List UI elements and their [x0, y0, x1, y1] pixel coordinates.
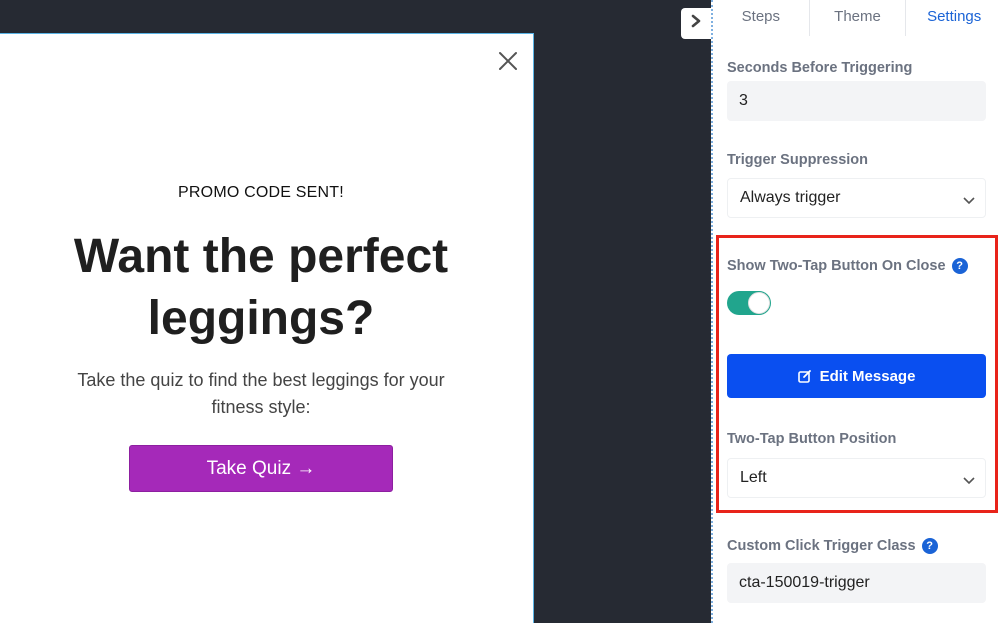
close-icon[interactable]: [495, 48, 521, 74]
suppression-label: Trigger Suppression: [727, 152, 868, 168]
click-class-input[interactable]: cta-150019-trigger: [727, 563, 986, 603]
help-icon[interactable]: ?: [921, 538, 938, 554]
editor-canvas: PROMO CODE SENT! Want the perfect leggin…: [0, 0, 710, 623]
collapse-panel-button[interactable]: [681, 8, 711, 39]
popup-headline: Want the perfect leggings?: [73, 230, 449, 345]
edit-icon: [797, 370, 811, 383]
two-tap-label-text: Show Two-Tap Button On Close: [727, 258, 946, 274]
suppression-value: Always trigger: [740, 189, 841, 206]
tab-settings[interactable]: Settings: [906, 0, 1000, 36]
tab-theme[interactable]: Theme: [810, 0, 906, 36]
click-class-label: Custom Click Trigger Class?: [727, 538, 938, 554]
edit-message-label: Edit Message: [819, 367, 916, 385]
tab-steps[interactable]: Steps: [713, 0, 809, 36]
chevron-down-icon: [963, 192, 975, 210]
click-class-label-text: Custom Click Trigger Class: [727, 538, 916, 554]
chevron-down-icon: [963, 472, 975, 490]
help-icon[interactable]: ?: [951, 258, 968, 274]
seconds-input[interactable]: 3: [727, 81, 986, 121]
settings-panel: Steps Theme Settings Seconds Before Trig…: [711, 0, 1000, 623]
two-tap-label: Show Two-Tap Button On Close?: [727, 258, 968, 274]
position-label: Two-Tap Button Position: [727, 431, 897, 447]
popup-subtext: Take the quiz to find the best leggings …: [77, 370, 445, 417]
suppression-select[interactable]: Always trigger: [727, 178, 986, 218]
panel-tabs: Steps Theme Settings: [713, 0, 1000, 36]
popup-preview: PROMO CODE SENT! Want the perfect leggin…: [0, 33, 534, 623]
promo-text: PROMO CODE SENT!: [178, 184, 344, 201]
toggle-knob: [748, 292, 770, 314]
position-value: Left: [740, 469, 767, 486]
chevron-right-icon: [690, 14, 702, 33]
edit-message-button[interactable]: Edit Message: [727, 354, 986, 398]
two-tap-toggle[interactable]: [727, 291, 771, 315]
take-quiz-button[interactable]: Take Quiz →: [129, 445, 393, 492]
position-select[interactable]: Left: [727, 458, 986, 498]
seconds-label: Seconds Before Triggering: [727, 60, 913, 76]
